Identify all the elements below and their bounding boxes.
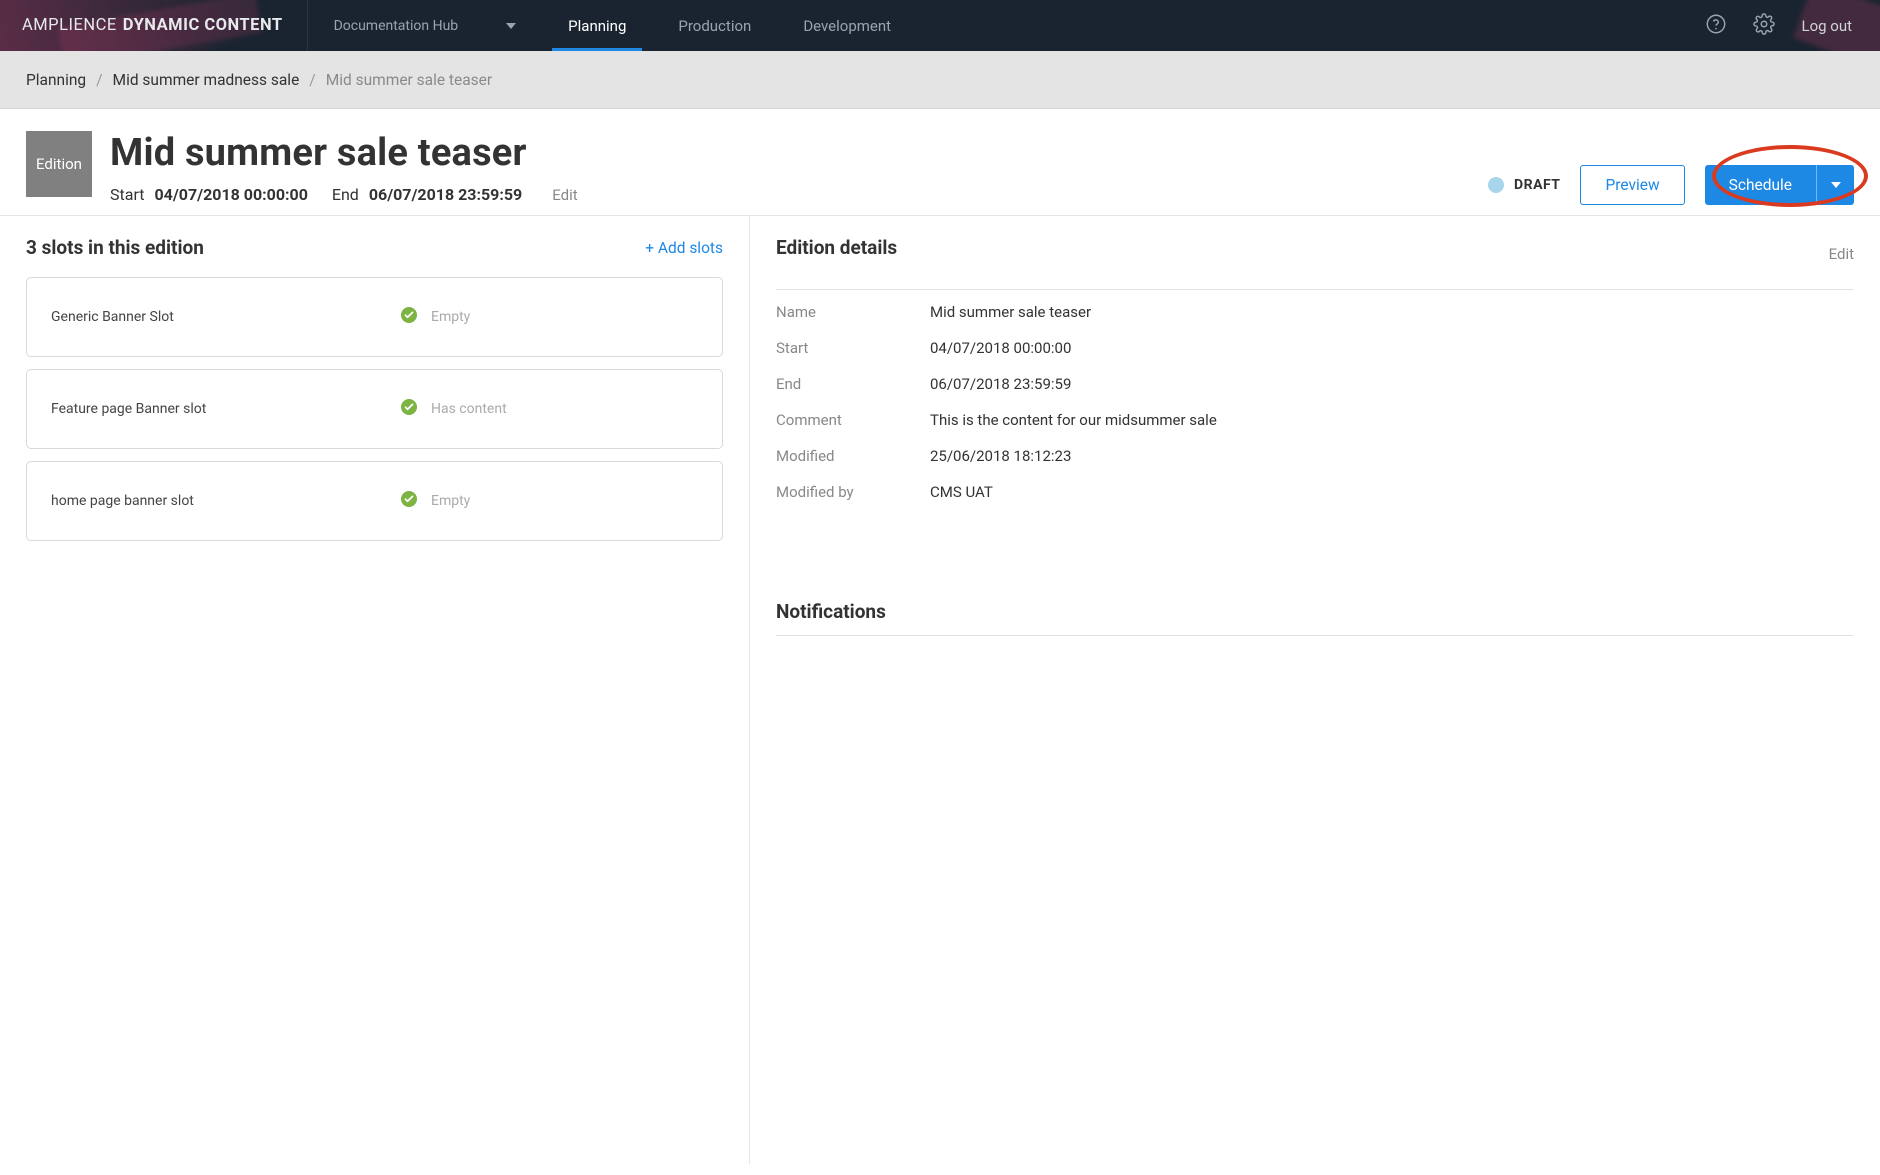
slots-header: 3 slots in this edition + Add slots: [26, 236, 723, 259]
preview-button[interactable]: Preview: [1580, 165, 1684, 205]
slots-panel: 3 slots in this edition + Add slots Gene…: [0, 216, 750, 1164]
breadcrumb-item[interactable]: Mid summer madness sale: [113, 71, 300, 89]
details-panel: Edition details Edit NameMid summer sale…: [750, 216, 1880, 1164]
tab-development[interactable]: Development: [777, 0, 917, 51]
detail-row: Modified byCMS UAT: [776, 474, 1854, 510]
start-value: 04/07/2018 00:00:00: [154, 185, 307, 204]
slot-name: home page banner slot: [51, 493, 401, 509]
detail-key: Modified: [776, 447, 930, 465]
schedule-button-group: Schedule: [1705, 165, 1854, 205]
slots-heading: 3 slots in this edition: [26, 236, 204, 259]
detail-value: 06/07/2018 23:59:59: [930, 375, 1071, 393]
top-right-actions: Log out: [1677, 0, 1880, 51]
logout-link[interactable]: Log out: [1801, 17, 1852, 35]
detail-row: End06/07/2018 23:59:59: [776, 366, 1854, 402]
detail-value: Mid summer sale teaser: [930, 303, 1091, 321]
hub-label: Documentation Hub: [334, 18, 459, 34]
chevron-down-icon: [506, 23, 516, 29]
hub-selector[interactable]: Documentation Hub: [308, 0, 543, 51]
slot-status-text: Empty: [431, 493, 470, 509]
brand-part1: AMPLIENCE: [22, 16, 117, 35]
detail-key: Start: [776, 339, 930, 357]
edition-badge: Edition: [26, 131, 92, 197]
edit-details-link[interactable]: Edit: [1829, 245, 1854, 263]
slot-row[interactable]: home page banner slot Empty: [26, 461, 723, 541]
slot-status-text: Has content: [431, 401, 507, 417]
schedule-dropdown-button[interactable]: [1816, 165, 1854, 205]
details-header: Edition details Edit: [776, 236, 1854, 271]
body: 3 slots in this edition + Add slots Gene…: [0, 216, 1880, 1164]
check-circle-icon: [401, 307, 417, 327]
detail-key: Comment: [776, 411, 930, 429]
breadcrumb-current: Mid summer sale teaser: [326, 71, 492, 89]
slot-status: Empty: [401, 491, 470, 511]
edit-dates-link[interactable]: Edit: [552, 186, 577, 204]
detail-value: CMS UAT: [930, 483, 993, 501]
tab-production[interactable]: Production: [652, 0, 777, 51]
caret-down-icon: [1831, 182, 1841, 188]
start-label: Start: [110, 185, 144, 204]
detail-row: CommentThis is the content for our midsu…: [776, 402, 1854, 438]
detail-row: NameMid summer sale teaser: [776, 294, 1854, 330]
detail-key: Modified by: [776, 483, 930, 501]
header-left: Mid summer sale teaser Start 04/07/2018 …: [110, 131, 1488, 204]
tab-planning[interactable]: Planning: [542, 0, 652, 51]
details-list: NameMid summer sale teaserStart04/07/201…: [776, 289, 1854, 510]
notifications-section: Notifications: [776, 600, 1854, 636]
help-icon[interactable]: [1705, 13, 1727, 39]
slot-status: Has content: [401, 399, 507, 419]
detail-key: End: [776, 375, 930, 393]
end-value: 06/07/2018 23:59:59: [369, 185, 522, 204]
edition-header: Edition Mid summer sale teaser Start 04/…: [0, 109, 1880, 216]
status-badge: DRAFT: [1488, 177, 1560, 193]
detail-value: 25/06/2018 18:12:23: [930, 447, 1071, 465]
slot-name: Generic Banner Slot: [51, 309, 401, 325]
brand-part2: DYNAMIC CONTENT: [123, 16, 283, 35]
status-text: DRAFT: [1514, 177, 1560, 193]
slots-list: Generic Banner Slot Empty Feature page Ban…: [26, 277, 723, 541]
end-label: End: [332, 185, 359, 204]
breadcrumb-sep: /: [309, 71, 315, 89]
slot-row[interactable]: Generic Banner Slot Empty: [26, 277, 723, 357]
divider: [776, 635, 1854, 636]
header-actions: DRAFT Preview Schedule: [1488, 131, 1854, 205]
notifications-heading: Notifications: [776, 600, 1854, 623]
detail-value: 04/07/2018 00:00:00: [930, 339, 1071, 357]
date-line: Start 04/07/2018 00:00:00 End 06/07/2018…: [110, 185, 1488, 204]
breadcrumb: Planning / Mid summer madness sale / Mid…: [0, 51, 1880, 109]
breadcrumb-sep: /: [96, 71, 102, 89]
add-slots-link[interactable]: + Add slots: [645, 239, 723, 257]
nav-tabs: Planning Production Development: [542, 0, 917, 51]
breadcrumb-item[interactable]: Planning: [26, 71, 86, 89]
slot-status-text: Empty: [431, 309, 470, 325]
top-nav: AMPLIENCE DYNAMIC CONTENT Documentation …: [0, 0, 1880, 51]
details-heading: Edition details: [776, 236, 897, 259]
status-dot-icon: [1488, 177, 1504, 193]
detail-row: Modified25/06/2018 18:12:23: [776, 438, 1854, 474]
detail-key: Name: [776, 303, 930, 321]
detail-row: Start04/07/2018 00:00:00: [776, 330, 1854, 366]
schedule-button[interactable]: Schedule: [1705, 165, 1816, 205]
slot-name: Feature page Banner slot: [51, 401, 401, 417]
check-circle-icon: [401, 491, 417, 511]
detail-value: This is the content for our midsummer sa…: [930, 411, 1217, 429]
brand: AMPLIENCE DYNAMIC CONTENT: [0, 0, 308, 51]
page-title: Mid summer sale teaser: [110, 131, 1488, 175]
slot-row[interactable]: Feature page Banner slot Has content: [26, 369, 723, 449]
gear-icon[interactable]: [1753, 13, 1775, 39]
slot-status: Empty: [401, 307, 470, 327]
check-circle-icon: [401, 399, 417, 419]
